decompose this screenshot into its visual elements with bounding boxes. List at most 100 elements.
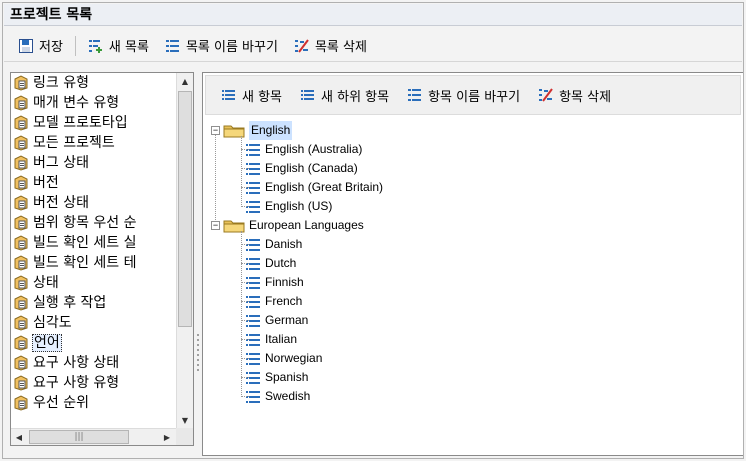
tree-connector	[241, 136, 242, 207]
tree-item-row[interactable]: English (US)	[245, 197, 332, 216]
list-item[interactable]: 언어	[11, 333, 177, 353]
tree-item-row[interactable]: English (Great Britain)	[245, 178, 383, 197]
list-item[interactable]: 매개 변수 유형	[11, 93, 177, 113]
new-list-icon	[88, 38, 104, 54]
list-item-label: 요구 사항 상태	[33, 355, 120, 371]
list-icon	[13, 355, 29, 371]
tree-item-row[interactable]: English (Canada)	[245, 159, 358, 178]
list-icon	[13, 315, 29, 331]
horizontal-scroll-thumb[interactable]: |||	[29, 430, 129, 444]
list-icon	[13, 335, 29, 351]
tree-item-label: English (Australia)	[265, 142, 363, 156]
save-icon	[18, 38, 34, 54]
scroll-down-icon[interactable]: ▼	[177, 412, 193, 429]
list-icon	[13, 295, 29, 311]
scroll-left-icon[interactable]: ◀	[11, 429, 27, 445]
list-pane: 링크 유형매개 변수 유형모델 프로토타입모든 프로젝트버그 상태버전버전 상태…	[10, 72, 194, 446]
scroll-up-icon[interactable]: ▲	[177, 73, 193, 90]
list-item-label: 실행 후 작업	[33, 295, 107, 311]
tree-group-row[interactable]: − European Languages	[211, 216, 364, 235]
pane-splitter[interactable]	[194, 72, 202, 446]
tree-connector	[241, 206, 249, 207]
list-icon	[13, 255, 29, 271]
list-item[interactable]: 빌드 확인 세트 실	[11, 233, 177, 253]
rename-list-icon	[165, 38, 181, 54]
horizontal-scrollbar[interactable]: ◀ ||| ▶	[11, 428, 177, 445]
splitter-grip-icon	[197, 334, 199, 374]
list-item[interactable]: 상태	[11, 273, 177, 293]
list-icon	[13, 75, 29, 91]
list-item[interactable]: 버전 상태	[11, 193, 177, 213]
tree-item-row[interactable]: Finnish	[245, 273, 304, 292]
tree-item-row[interactable]: Norwegian	[245, 349, 322, 368]
tree-connector	[241, 377, 249, 378]
tree-connector	[241, 320, 249, 321]
list-icon	[13, 155, 29, 171]
list-item[interactable]: 모든 프로젝트	[11, 133, 177, 153]
tree-item-row[interactable]: Danish	[245, 235, 302, 254]
new-list-button[interactable]: 새 목록	[80, 33, 157, 58]
list-item-label: 매개 변수 유형	[33, 95, 120, 111]
items-toolbar: 새 항목 새 하위 항목 항목 이름 바꾸기 항목 삭제	[205, 75, 741, 115]
items-tree[interactable]: − English English (Australia) English (Cana…	[209, 121, 425, 411]
tree-item-row[interactable]: Italian	[245, 330, 297, 349]
list-item-label: 심각도	[33, 315, 72, 331]
tree-connector	[215, 135, 216, 220]
list-item-label: 링크 유형	[33, 75, 89, 91]
list-icon	[13, 375, 29, 391]
list-item[interactable]: 모델 프로토타입	[11, 113, 177, 133]
save-label: 저장	[39, 40, 63, 55]
list-icon	[13, 95, 29, 111]
list-item[interactable]: 심각도	[11, 313, 177, 333]
tree-connector	[241, 339, 249, 340]
list-item[interactable]: 요구 사항 상태	[11, 353, 177, 373]
scroll-corner	[176, 428, 193, 445]
save-button[interactable]: 저장	[10, 33, 71, 58]
rename-item-button[interactable]: 항목 이름 바꾸기	[398, 83, 529, 108]
collapse-icon[interactable]: −	[211, 126, 220, 135]
new-item-button[interactable]: 새 항목	[212, 83, 291, 108]
tree-connector	[241, 263, 249, 264]
list-item[interactable]: 요구 사항 유형	[11, 373, 177, 393]
tree-item-row[interactable]: German	[245, 311, 308, 330]
list-item-label: 모델 프로토타입	[33, 115, 128, 131]
collapse-icon[interactable]: −	[211, 221, 220, 230]
tree-item-row[interactable]: French	[245, 292, 302, 311]
tree-group-label: European Languages	[249, 218, 364, 232]
tree-item-row[interactable]: English (Australia)	[245, 140, 362, 159]
new-subitem-label: 새 하위 항목	[321, 89, 390, 105]
list-item-label: 요구 사항 유형	[33, 375, 120, 391]
new-subitem-button[interactable]: 새 하위 항목	[291, 83, 398, 108]
list-item-label: 우선 순위	[33, 395, 89, 411]
tree-item-label: Dutch	[265, 256, 297, 270]
main-toolbar: 저장 새 목록 목록 이름 바꾸기 목록 삭제	[4, 30, 742, 62]
list-item[interactable]: 범위 항목 우선 순	[11, 213, 177, 233]
list-item-label: 버그 상태	[33, 155, 89, 171]
tree-connector	[241, 396, 249, 397]
list-item[interactable]: 링크 유형	[11, 73, 177, 93]
list-item[interactable]: 빌드 확인 세트 테	[11, 253, 177, 273]
scroll-thumb[interactable]	[178, 91, 192, 327]
tree-item-row[interactable]: Dutch	[245, 254, 296, 273]
vertical-scrollbar[interactable]: ▲ ▼	[176, 73, 193, 429]
scroll-right-icon[interactable]: ▶	[159, 429, 175, 445]
new-item-label: 새 항목	[242, 89, 283, 105]
items-pane: 새 항목 새 하위 항목 항목 이름 바꾸기 항목 삭제 − English Eng…	[202, 72, 744, 456]
tree-group-row[interactable]: − English	[211, 121, 293, 140]
delete-list-button[interactable]: 목록 삭제	[286, 33, 375, 58]
list-item[interactable]: 실행 후 작업	[11, 293, 177, 313]
tree-item-row[interactable]: Swedish	[245, 387, 310, 406]
delete-item-button[interactable]: 항목 삭제	[529, 83, 620, 108]
rename-list-label: 목록 이름 바꾸기	[185, 40, 278, 55]
rename-list-button[interactable]: 목록 이름 바꾸기	[157, 33, 286, 58]
tree-item-row[interactable]: Spanish	[245, 368, 308, 387]
tree-item-label: Spanish	[265, 370, 309, 384]
tree-item-label: Swedish	[265, 389, 311, 403]
rename-item-icon	[407, 87, 423, 103]
list-item[interactable]: 우선 순위	[11, 393, 177, 413]
list-item[interactable]: 버전	[11, 173, 177, 193]
list-item-label: 버전 상태	[33, 195, 89, 211]
list-item[interactable]: 버그 상태	[11, 153, 177, 173]
list-item-label: 빌드 확인 세트 테	[33, 255, 137, 271]
project-list[interactable]: 링크 유형매개 변수 유형모델 프로토타입모든 프로젝트버그 상태버전버전 상태…	[11, 73, 177, 429]
